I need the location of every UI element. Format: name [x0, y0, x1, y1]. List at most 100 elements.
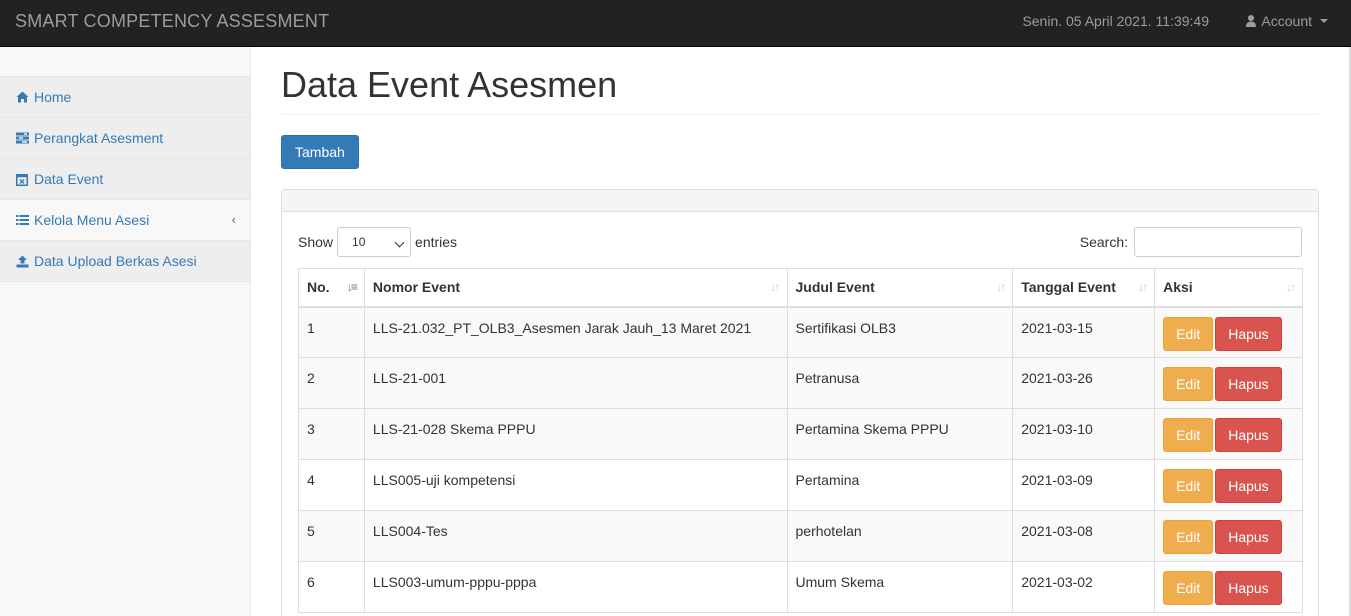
cell-judul-event: Pertamina [786, 459, 1014, 511]
table-row: 3 LLS-21-028 Skema PPPU Pertamina Skema … [298, 408, 1303, 460]
cell-judul-event: Sertifikasi OLB3 [786, 306, 1014, 358]
cell-nomor-event: LLS-21-028 Skema PPPU [363, 408, 788, 460]
calendar-icon [15, 172, 29, 186]
edit-button[interactable]: Edit [1163, 469, 1214, 503]
cell-judul-event: Umum Skema [786, 561, 1014, 613]
sidebar-item-kelola-menu-asesi[interactable]: Kelola Menu Asesi ‹ [0, 200, 250, 241]
sidebar-item-data-event[interactable]: Data Event [0, 159, 250, 200]
search-input[interactable] [1134, 227, 1302, 257]
delete-button[interactable]: Hapus [1215, 469, 1282, 503]
sort-icon: ↓↑ [1286, 280, 1296, 294]
column-header-tanggal-event[interactable]: Tanggal Event ↓↑ [1012, 268, 1156, 308]
edit-button[interactable]: Edit [1163, 571, 1214, 605]
cell-tanggal-event: 2021-03-09 [1012, 459, 1156, 511]
delete-button[interactable]: Hapus [1215, 418, 1282, 452]
events-table: No. ↓≡ Nomor Event ↓↑ Judul Event ↓↑ Tangga… [298, 268, 1303, 613]
cell-nomor-event: LLS003-umum-pppu-pppa [363, 561, 788, 613]
cell-aksi: Edit Hapus [1154, 510, 1303, 562]
search-control: Search: [1080, 227, 1302, 257]
column-header-label: Judul Event [795, 279, 875, 296]
edit-button[interactable]: Edit [1163, 316, 1214, 351]
home-icon [15, 90, 29, 104]
column-header-label: Nomor Event [372, 279, 461, 296]
upload-icon [15, 254, 29, 268]
sidebar-item-data-upload-berkas-asesi[interactable]: Data Upload Berkas Asesi [0, 241, 250, 282]
cell-aksi: Edit Hapus [1154, 459, 1303, 511]
cell-no: 3 [298, 408, 365, 460]
column-header-label: Tanggal Event [1021, 279, 1116, 296]
app-title[interactable]: SMART COMPETENCY ASSESMENT [15, 0, 329, 42]
cell-aksi: Edit Hapus [1154, 357, 1303, 409]
delete-button[interactable]: Hapus [1215, 316, 1282, 351]
cell-no: 6 [298, 561, 365, 613]
table-header-row: No. ↓≡ Nomor Event ↓↑ Judul Event ↓↑ Tangga… [298, 268, 1303, 308]
top-navbar: SMART COMPETENCY ASSESMENT Senin. 05 Apr… [0, 0, 1351, 47]
cell-no: 5 [298, 510, 365, 562]
edit-button[interactable]: Edit [1163, 520, 1214, 554]
cell-no: 2 [298, 357, 365, 409]
cell-no: 4 [298, 459, 365, 511]
table-row: 5 LLS004-Tes perhotelan 2021-03-08 Edit H… [298, 510, 1303, 562]
show-label: Show [298, 234, 334, 250]
edit-button[interactable]: Edit [1163, 367, 1214, 401]
sidebar-item-label: Kelola Menu Asesi [34, 212, 150, 228]
cell-aksi: Edit Hapus [1154, 561, 1303, 613]
account-menu[interactable]: Account [1246, 0, 1328, 42]
sort-icon: ↓↑ [1138, 280, 1148, 294]
sidebar-item-label: Home [34, 89, 72, 105]
delete-button[interactable]: Hapus [1215, 520, 1282, 554]
sort-icon: ↓↑ [996, 280, 1006, 294]
cell-judul-event: Petranusa [786, 357, 1014, 409]
sort-icon: ↓↑ [770, 280, 781, 294]
main-content: Data Event Asesmen Tambah Show 10 entrie… [281, 47, 1319, 616]
cell-nomor-event: LLS-21-001 [363, 357, 788, 409]
cell-tanggal-event: 2021-03-26 [1012, 357, 1156, 409]
cell-judul-event: perhotelan [786, 510, 1014, 562]
cell-nomor-event: LLS005-uji kompetensi [363, 459, 788, 511]
cell-tanggal-event: 2021-03-10 [1012, 408, 1156, 460]
entries-select[interactable]: 10 [337, 227, 412, 257]
page-title: Data Event Asesmen [281, 65, 1319, 115]
table-row: 4 LLS005-uji kompetensi Pertamina 2021-0… [298, 459, 1303, 511]
tasks-icon [15, 131, 29, 145]
sidebar-item-label: Perangkat Asesment [34, 130, 164, 146]
column-header-label: No. [307, 279, 330, 296]
cell-tanggal-event: 2021-03-08 [1012, 510, 1156, 562]
sidebar-item-label: Data Event [34, 171, 104, 187]
table-row: 6 LLS003-umum-pppu-pppa Umum Skema 2021-… [298, 561, 1303, 613]
cell-no: 1 [298, 306, 365, 358]
chevron-down-icon [394, 237, 405, 248]
caret-down-icon [1320, 19, 1328, 23]
column-header-nomor-event[interactable]: Nomor Event ↓↑ [363, 268, 788, 308]
cell-aksi: Edit Hapus [1154, 306, 1303, 358]
entries-value: 10 [352, 235, 366, 249]
delete-button[interactable]: Hapus [1215, 367, 1282, 401]
cell-aksi: Edit Hapus [1154, 408, 1303, 460]
search-label: Search: [1079, 234, 1128, 250]
column-header-judul-event[interactable]: Judul Event ↓↑ [786, 268, 1014, 308]
column-header-aksi[interactable]: Aksi ↓↑ [1154, 268, 1303, 308]
cell-judul-event: Pertamina Skema PPPU [786, 408, 1014, 460]
cell-nomor-event: LLS-21.032_PT_OLB3_Asesmen Jarak Jauh_13… [363, 306, 788, 358]
sidebar-item-label: Data Upload Berkas Asesi [34, 253, 197, 269]
cell-tanggal-event: 2021-03-15 [1012, 306, 1156, 358]
user-icon [1246, 15, 1257, 27]
panel-heading [282, 190, 1318, 212]
table-row: 1 LLS-21.032_PT_OLB3_Asesmen Jarak Jauh_… [298, 306, 1303, 358]
cell-tanggal-event: 2021-03-02 [1012, 561, 1156, 613]
account-label: Account [1261, 13, 1312, 29]
datetime-display: Senin. 05 April 2021. 11:39:49 [1022, 13, 1209, 29]
list-icon [15, 213, 29, 227]
table-row: 2 LLS-21-001 Petranusa 2021-03-26 Edit Ha… [298, 357, 1303, 409]
chevron-left-icon: ‹ [231, 212, 236, 227]
entries-label: entries [415, 234, 458, 250]
column-header-label: Aksi [1163, 279, 1193, 296]
delete-button[interactable]: Hapus [1215, 571, 1282, 605]
sidebar-item-home[interactable]: Home [0, 77, 250, 118]
data-panel: Show 10 entries Search: No. ↓≡ Nomor Even… [281, 189, 1319, 616]
sidebar-spacer [0, 47, 250, 77]
column-header-no[interactable]: No. ↓≡ [298, 268, 365, 308]
sidebar-item-perangkat-asesment[interactable]: Perangkat Asesment [0, 118, 250, 159]
edit-button[interactable]: Edit [1163, 418, 1214, 452]
add-button[interactable]: Tambah [281, 135, 359, 169]
